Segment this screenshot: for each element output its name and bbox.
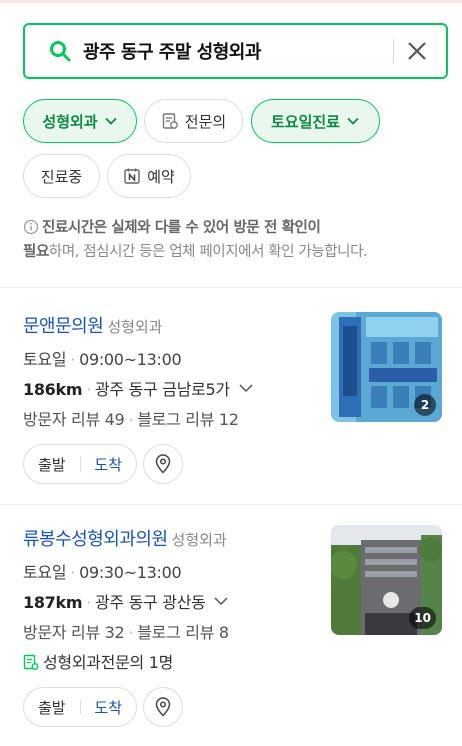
specialist-row: 성형외과전문의 1명 xyxy=(23,649,173,673)
start-button[interactable]: 출발 xyxy=(24,454,80,475)
hours-day: 토요일 xyxy=(23,350,67,369)
filter-chip-label: 진료중 xyxy=(40,167,83,186)
map-pin-icon xyxy=(155,697,171,717)
place-name[interactable]: 류봉수성형외과의원 xyxy=(23,529,168,550)
chevron-down-icon xyxy=(104,117,117,125)
start-button[interactable]: 출발 xyxy=(24,697,80,718)
specialist-doc-icon xyxy=(23,654,39,670)
distance: 186km xyxy=(23,380,83,399)
filter-chip-saturday[interactable]: 토요일진료 xyxy=(251,99,380,143)
route-button[interactable]: 출발 도착 xyxy=(23,444,137,484)
business-hours: 토요일 · 09:00~13:00 xyxy=(23,350,182,369)
blog-reviews: 블로그 리뷰 12 xyxy=(137,410,239,429)
photo-count-badge: 2 xyxy=(414,394,436,416)
notice-text: 하며, 점심시간 등은 업체 페이지에서 확인 가능합니다. xyxy=(48,244,368,260)
review-row: 방문자 리뷰 32 · 블로그 리뷰 8 xyxy=(23,623,229,642)
place-category: 성형외과 xyxy=(171,531,227,549)
search-icon xyxy=(50,41,71,62)
section-divider xyxy=(0,504,462,505)
notice-bold: 진료시간은 실제와 다를 수 있어 방문 전 확인이 xyxy=(42,220,321,236)
map-pin-button[interactable] xyxy=(143,687,183,727)
filter-chip-plastic-surgery[interactable]: 성형외과 xyxy=(23,99,137,143)
arrive-button[interactable]: 도착 xyxy=(80,454,136,475)
blog-reviews: 블로그 리뷰 8 xyxy=(137,623,229,642)
chevron-down-icon xyxy=(347,117,359,125)
visitor-reviews: 방문자 리뷰 32 xyxy=(23,623,125,642)
filter-chip-reservation[interactable]: 예약 xyxy=(107,154,191,198)
filter-chip-label: 전문의 xyxy=(184,112,227,131)
location-row[interactable]: 186km · 광주 동구 금남로5가 xyxy=(23,376,254,400)
info-icon xyxy=(23,219,39,235)
visitor-reviews: 방문자 리뷰 49 xyxy=(23,410,125,429)
section-divider xyxy=(0,287,462,288)
route-button[interactable]: 출발 도착 xyxy=(23,687,137,727)
address: 광주 동구 금남로5가 xyxy=(95,380,230,399)
search-query[interactable]: 광주 동구 주말 성형외과 xyxy=(83,38,393,64)
specialist-doc-icon xyxy=(162,113,178,129)
location-row[interactable]: 187km · 광주 동구 광산동 xyxy=(23,589,229,613)
arrive-button[interactable]: 도착 xyxy=(80,697,136,718)
place-category: 성형외과 xyxy=(107,318,163,336)
search-input[interactable]: 광주 동구 주말 성형외과 xyxy=(23,23,448,79)
notice-bold: 필요 xyxy=(23,244,49,260)
review-row: 방문자 리뷰 49 · 블로그 리뷰 12 xyxy=(23,410,239,429)
hours-time: 09:00~13:00 xyxy=(79,350,182,369)
close-icon[interactable] xyxy=(406,40,428,62)
distance: 187km xyxy=(23,593,83,612)
top-divider xyxy=(0,0,462,3)
naver-n-icon xyxy=(124,168,140,184)
filter-chip-open-now[interactable]: 진료중 xyxy=(23,154,100,198)
place-photo[interactable]: 2 xyxy=(331,312,442,422)
filter-chip-label: 예약 xyxy=(147,167,175,186)
filter-chip-label: 성형외과 xyxy=(42,112,98,131)
place-name[interactable]: 문앤문의원 xyxy=(23,316,104,337)
filter-chip-specialist[interactable]: 전문의 xyxy=(144,99,243,143)
place-photo[interactable]: 10 xyxy=(331,525,442,635)
hours-time: 09:30~13:00 xyxy=(79,563,182,582)
search-divider xyxy=(393,39,394,63)
business-hours: 토요일 · 09:30~13:00 xyxy=(23,563,182,582)
address: 광주 동구 광산동 xyxy=(95,593,206,612)
chevron-down-icon[interactable] xyxy=(213,594,229,608)
map-pin-button[interactable] xyxy=(143,444,183,484)
hours-day: 토요일 xyxy=(23,563,67,582)
chevron-down-icon[interactable] xyxy=(238,381,254,395)
photo-count-badge: 10 xyxy=(409,607,436,629)
filter-chip-label: 토요일진료 xyxy=(270,112,340,131)
specialist-count: 성형외과전문의 1명 xyxy=(43,653,174,672)
hours-notice: 진료시간은 실제와 다를 수 있어 방문 전 확인이필요하며, 점심시간 등은 … xyxy=(23,216,443,264)
map-pin-icon xyxy=(155,454,171,474)
